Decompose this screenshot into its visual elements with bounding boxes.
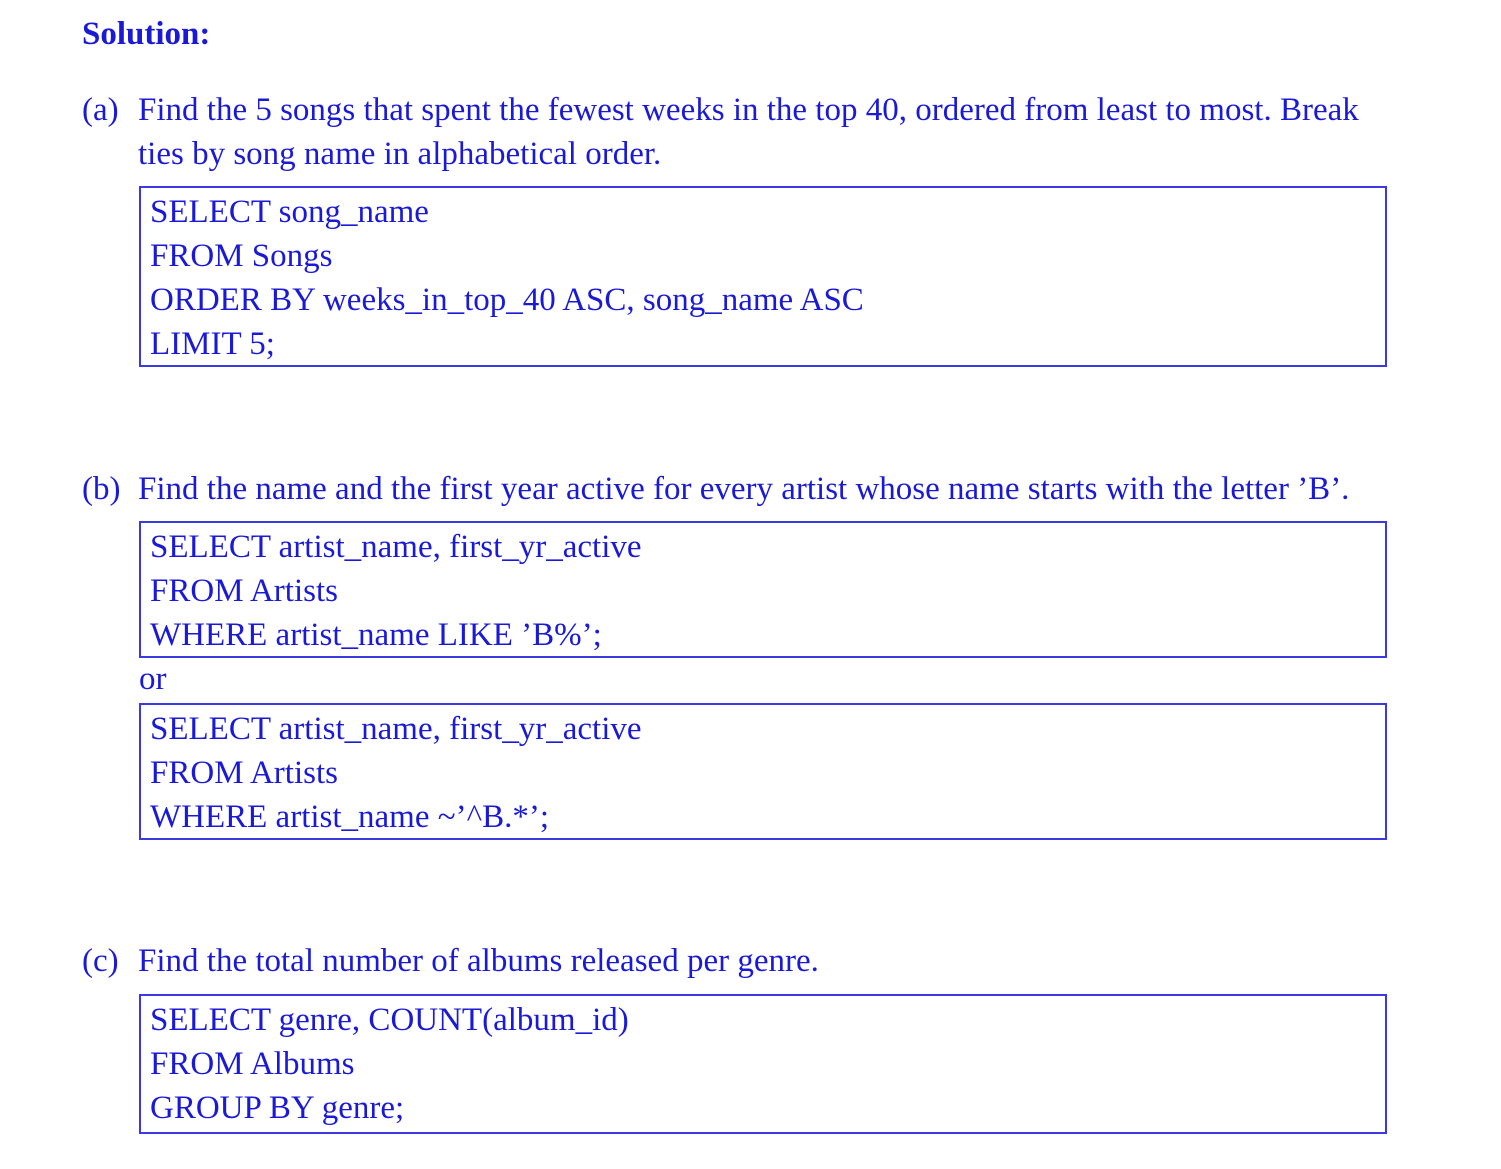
code-line: ORDER BY weeks_in_top_40 ASC, song_name … xyxy=(150,282,864,318)
code-line: SELECT artist_name, first_yr_active xyxy=(150,529,642,565)
part-a-question-line-2: ties by song name in alphabetical order. xyxy=(138,136,662,172)
part-b-code-box-2: SELECT artist_name, first_yr_active FROM… xyxy=(139,703,1387,840)
part-a-question: Find the 5 songs that spent the fewest w… xyxy=(138,88,1478,176)
part-b-question-line-1: Find the name and the first year active … xyxy=(138,471,1350,507)
solution-page: Solution: (a) Find the 5 songs that spen… xyxy=(0,0,1501,1169)
code-line: LIMIT 5; xyxy=(150,326,275,362)
part-a-question-line-1: Find the 5 songs that spent the fewest w… xyxy=(138,92,1359,128)
part-a-label: (a) xyxy=(82,92,119,128)
code-line: WHERE artist_name ~’^B.*’; xyxy=(150,799,549,835)
code-line: FROM Artists xyxy=(150,573,338,609)
code-line: FROM Albums xyxy=(150,1046,355,1082)
solution-heading: Solution: xyxy=(82,16,211,52)
part-c-question-line-1: Find the total number of albums released… xyxy=(138,943,819,979)
code-line: SELECT genre, COUNT(album_id) xyxy=(150,1002,629,1038)
part-b-question: Find the name and the first year active … xyxy=(138,467,1478,511)
part-b-label: (b) xyxy=(82,471,121,507)
code-line: FROM Artists xyxy=(150,755,338,791)
code-line: WHERE artist_name LIKE ’B%’; xyxy=(150,617,602,653)
code-line: SELECT song_name xyxy=(150,194,429,230)
or-separator: or xyxy=(139,661,167,697)
part-a-code-box: SELECT song_name FROM Songs ORDER BY wee… xyxy=(139,186,1387,367)
code-line: GROUP BY genre; xyxy=(150,1090,405,1126)
code-line: FROM Songs xyxy=(150,238,333,274)
part-c-code-box: SELECT genre, COUNT(album_id) FROM Album… xyxy=(139,994,1387,1134)
part-c-label: (c) xyxy=(82,943,119,979)
code-line: SELECT artist_name, first_yr_active xyxy=(150,711,642,747)
part-b-code-box-1: SELECT artist_name, first_yr_active FROM… xyxy=(139,521,1387,658)
part-c-question: Find the total number of albums released… xyxy=(138,939,1478,983)
